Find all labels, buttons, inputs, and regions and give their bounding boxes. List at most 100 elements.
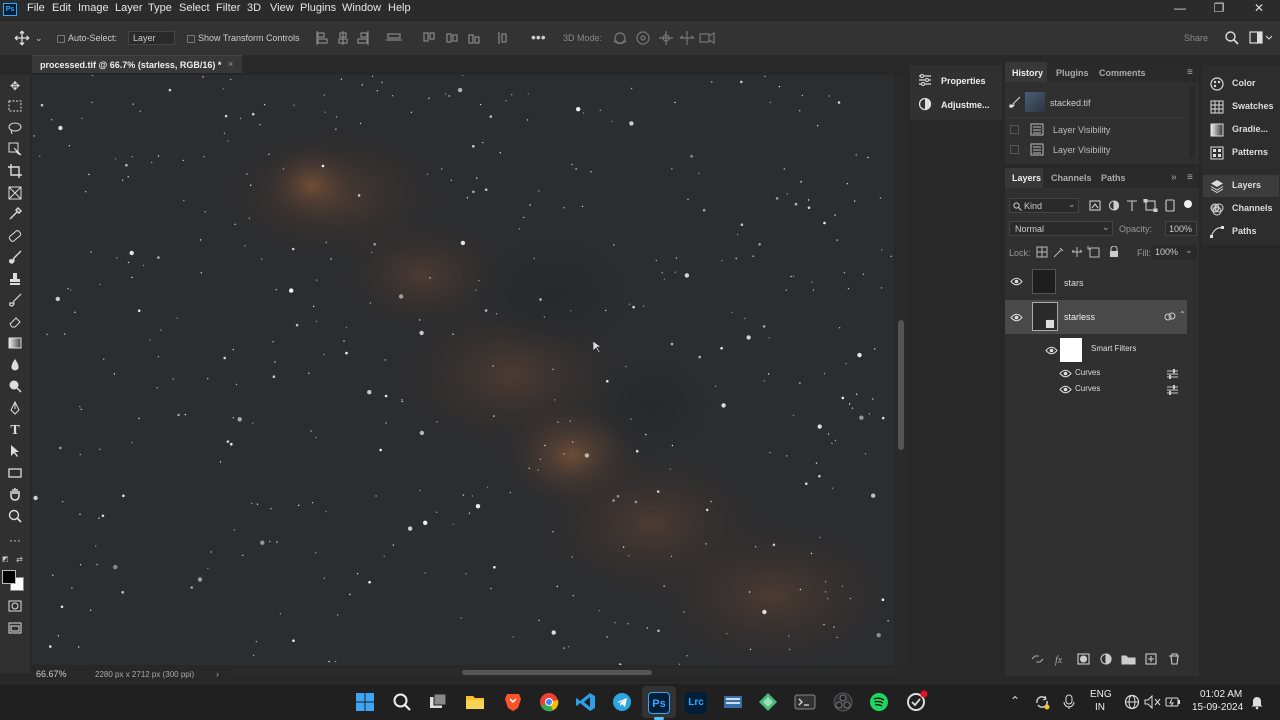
- lasso-tool-icon[interactable]: [5, 121, 25, 139]
- network-globe-icon[interactable]: [1124, 694, 1140, 710]
- photoshop-icon[interactable]: Ps: [648, 692, 670, 714]
- menu-view[interactable]: View: [270, 2, 294, 14]
- layer-row-selected[interactable]: starless ⌃: [1005, 300, 1187, 334]
- blend-mode-dropdown[interactable]: Normal ⌄: [1009, 221, 1113, 236]
- horizontal-scrollbar[interactable]: [232, 668, 896, 677]
- menu-type[interactable]: Type: [148, 2, 172, 14]
- search-icon[interactable]: [1224, 30, 1240, 46]
- microphone-icon[interactable]: [1062, 694, 1076, 710]
- foreground-color-swatch[interactable]: [2, 570, 16, 584]
- obs-icon[interactable]: [833, 692, 853, 712]
- terminal-icon[interactable]: [794, 692, 816, 712]
- clock-date[interactable]: 15-09-2024: [1192, 702, 1243, 713]
- sync-icon[interactable]: [1034, 694, 1050, 710]
- layer-name[interactable]: starless: [1064, 312, 1095, 322]
- vertical-scroll-thumb[interactable]: [898, 320, 904, 450]
- menu-plugins[interactable]: Plugins: [300, 2, 336, 14]
- transform-controls-checkbox[interactable]: [187, 35, 195, 43]
- filter-options-icon[interactable]: [1167, 369, 1178, 379]
- layer-filter-dropdown[interactable]: Kind ⌄: [1009, 198, 1079, 213]
- app-icon[interactable]: [758, 692, 778, 712]
- menu-file[interactable]: File: [27, 2, 45, 14]
- path-selection-tool-icon[interactable]: [5, 444, 25, 462]
- hand-tool-icon[interactable]: [5, 487, 25, 505]
- close-button[interactable]: ✕: [1244, 1, 1274, 18]
- menu-filter[interactable]: Filter: [216, 2, 240, 14]
- healing-brush-tool-icon[interactable]: [5, 229, 25, 247]
- history-step[interactable]: Layer Visibility: [1005, 140, 1185, 159]
- more-options-icon[interactable]: •••: [531, 29, 546, 45]
- properties-panel-button[interactable]: Properties: [941, 76, 986, 86]
- rectangle-tool-icon[interactable]: [5, 466, 25, 484]
- file-explorer-icon[interactable]: [465, 692, 485, 712]
- dock-item-active[interactable]: Layers: [1203, 175, 1279, 197]
- visibility-eye-icon[interactable]: [1059, 385, 1072, 394]
- opacity-input[interactable]: 100%: [1165, 221, 1197, 236]
- history-step[interactable]: Layer Visibility: [1005, 120, 1185, 139]
- visibility-eye-icon[interactable]: [1010, 313, 1023, 322]
- spotify-icon[interactable]: [869, 692, 889, 712]
- layers-footer-icons[interactable]: fx: [1031, 652, 1187, 666]
- zoom-tool-icon[interactable]: [5, 509, 25, 527]
- layer-row[interactable]: stars: [1005, 266, 1187, 298]
- lightroom-classic-icon[interactable]: Lrc: [685, 692, 707, 714]
- menu-window[interactable]: Window: [342, 2, 381, 14]
- chevron-down-icon[interactable]: ⌄: [35, 33, 43, 44]
- menu-help[interactable]: Help: [388, 2, 411, 14]
- horizontal-scroll-thumb[interactable]: [462, 670, 652, 675]
- battery-icon[interactable]: [1165, 694, 1181, 710]
- menu-image[interactable]: Image: [78, 2, 109, 14]
- panel-menu-icon[interactable]: ≡: [1187, 172, 1193, 183]
- tab-history[interactable]: History: [1012, 68, 1043, 78]
- default-colors-icon[interactable]: ◩: [2, 555, 12, 565]
- brave-icon[interactable]: [503, 692, 523, 712]
- screen-mode-icon[interactable]: [5, 621, 25, 639]
- marquee-tool-icon[interactable]: [5, 99, 25, 117]
- menu-edit[interactable]: Edit: [52, 2, 71, 14]
- volume-muted-icon[interactable]: [1144, 694, 1162, 710]
- status-menu-arrow-icon[interactable]: ›: [216, 669, 219, 679]
- show-hidden-icons[interactable]: ⌃: [1010, 694, 1020, 708]
- menu-layer[interactable]: Layer: [115, 2, 143, 14]
- tab-paths[interactable]: Paths: [1101, 173, 1126, 183]
- minimize-button[interactable]: —: [1165, 1, 1195, 18]
- history-brush-source-icon[interactable]: [1009, 96, 1021, 108]
- vscode-icon[interactable]: [576, 692, 596, 712]
- swap-colors-icon[interactable]: ⇄: [16, 555, 26, 565]
- gradient-tool-icon[interactable]: [5, 336, 25, 354]
- layer-name[interactable]: stars: [1064, 278, 1084, 288]
- crop-tool-icon[interactable]: [5, 164, 25, 182]
- panel-menu-icon[interactable]: ≡: [1187, 67, 1193, 78]
- filter-row[interactable]: Curves: [1005, 366, 1187, 382]
- search-icon[interactable]: [392, 692, 412, 712]
- filter-name[interactable]: Curves: [1075, 368, 1100, 377]
- auto-select-checkbox[interactable]: [57, 35, 65, 43]
- clone-stamp-tool-icon[interactable]: [5, 272, 25, 290]
- adjustments-panel-button[interactable]: Adjustme...: [941, 100, 990, 110]
- tab-comments[interactable]: Comments: [1099, 68, 1146, 78]
- document-tab[interactable]: processed.tif @ 66.7% (starless, RGB/16)…: [32, 55, 242, 73]
- smart-filters-row[interactable]: Smart Filters: [1005, 334, 1187, 366]
- object-selection-tool-icon[interactable]: [5, 142, 25, 160]
- app-icon[interactable]: [905, 690, 929, 714]
- workspace-icon[interactable]: [1249, 31, 1273, 45]
- telegram-icon[interactable]: [612, 692, 632, 712]
- chrome-icon[interactable]: [539, 692, 559, 712]
- dock-item[interactable]: Patterns: [1210, 142, 1280, 164]
- filter-row[interactable]: Curves: [1005, 382, 1187, 398]
- type-tool-icon[interactable]: T: [5, 422, 25, 440]
- smart-filter-mask[interactable]: [1060, 338, 1082, 362]
- adjustments-icon[interactable]: [918, 97, 932, 111]
- eraser-tool-icon[interactable]: [5, 315, 25, 333]
- align-icons[interactable]: [316, 31, 516, 45]
- brush-tool-icon[interactable]: [5, 250, 25, 268]
- frame-tool-icon[interactable]: [5, 186, 25, 204]
- task-view-icon[interactable]: [428, 692, 448, 712]
- filter-name[interactable]: Curves: [1075, 384, 1100, 393]
- visibility-eye-icon[interactable]: [1045, 346, 1058, 355]
- restore-button[interactable]: ❐: [1204, 1, 1234, 18]
- share-button[interactable]: Share: [1184, 33, 1208, 43]
- app-icon[interactable]: [722, 692, 744, 712]
- history-scrollbar[interactable]: [1189, 86, 1195, 158]
- tab-layers[interactable]: Layers: [1012, 173, 1041, 183]
